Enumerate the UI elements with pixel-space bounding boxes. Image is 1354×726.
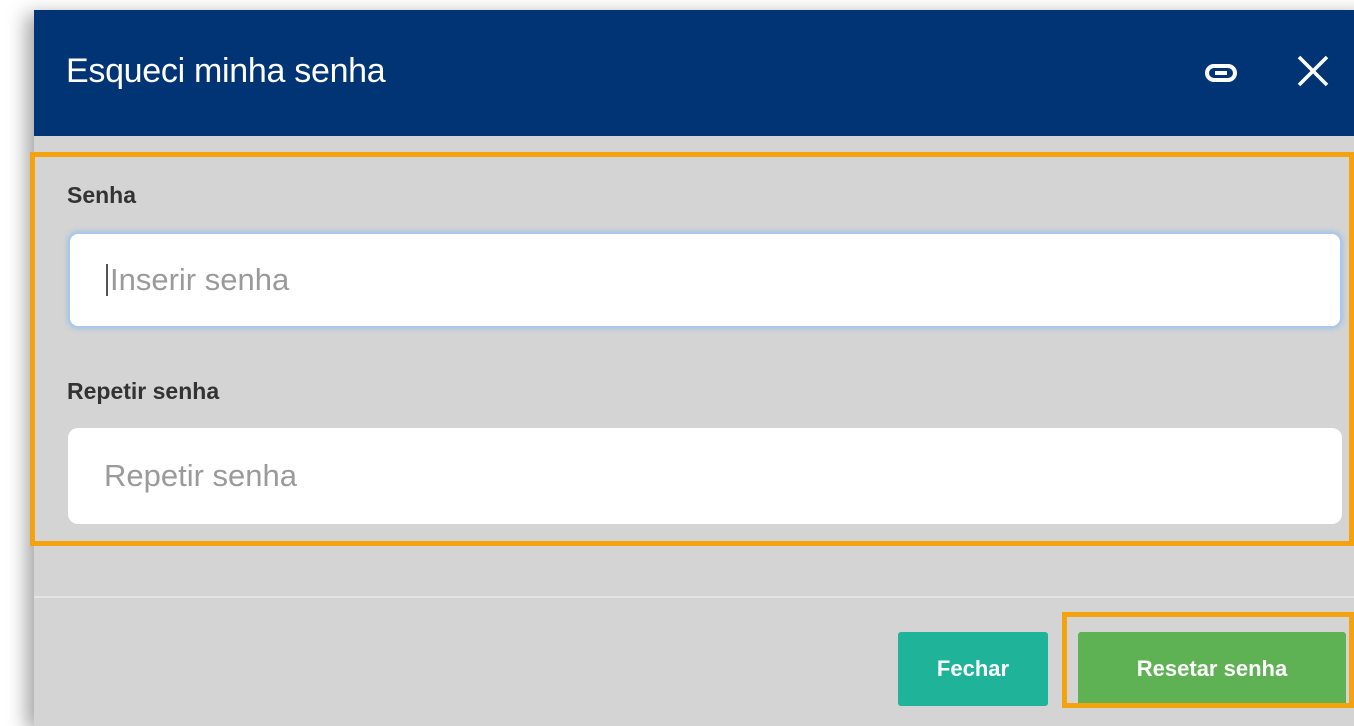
password-label: Senha <box>67 182 137 208</box>
repeat-password-placeholder: Repetir senha <box>104 458 298 493</box>
repeat-password-input[interactable]: Repetir senha <box>68 428 1342 524</box>
close-icon[interactable] <box>1290 48 1336 94</box>
password-input[interactable]: Inserir senha <box>68 232 1342 328</box>
link-icon[interactable] <box>1202 54 1240 92</box>
repeat-password-label: Repetir senha <box>67 378 220 404</box>
close-button[interactable]: Fechar <box>898 632 1048 706</box>
forgot-password-modal: Esqueci minha senha Senha Inserir senha … <box>34 10 1354 726</box>
footer-divider <box>34 596 1354 598</box>
modal-title: Esqueci minha senha <box>66 52 386 90</box>
password-placeholder: Inserir senha <box>110 262 290 297</box>
text-caret <box>106 264 108 296</box>
reset-password-button[interactable]: Resetar senha <box>1078 632 1346 706</box>
modal-header: Esqueci minha senha <box>34 10 1354 136</box>
